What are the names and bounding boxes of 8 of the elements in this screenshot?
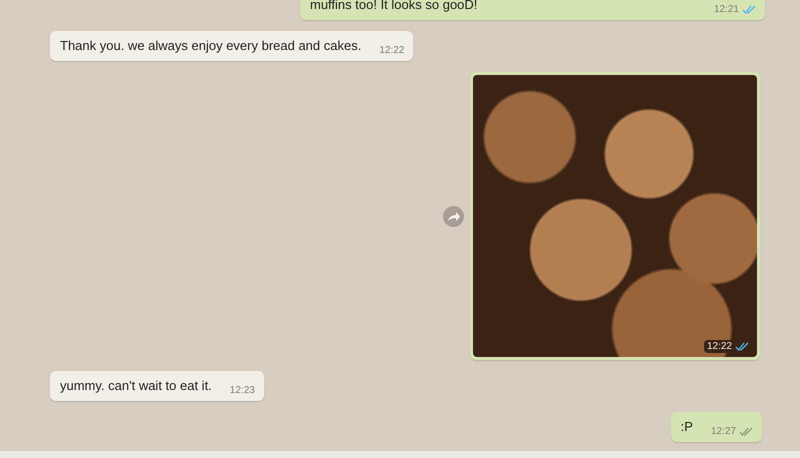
message-text: yummy. can't wait to eat it. [60, 378, 212, 395]
message-text: Thank you. we always enjoy every bread and cakes. [60, 38, 362, 55]
message-text: :P [680, 419, 693, 436]
message-time: 12:22 [379, 45, 404, 56]
message-time: 12:23 [230, 385, 255, 396]
message-time: 12:22 [706, 341, 732, 352]
message-time: 12:21 [714, 4, 739, 15]
message-time: 12:27 [710, 426, 736, 437]
